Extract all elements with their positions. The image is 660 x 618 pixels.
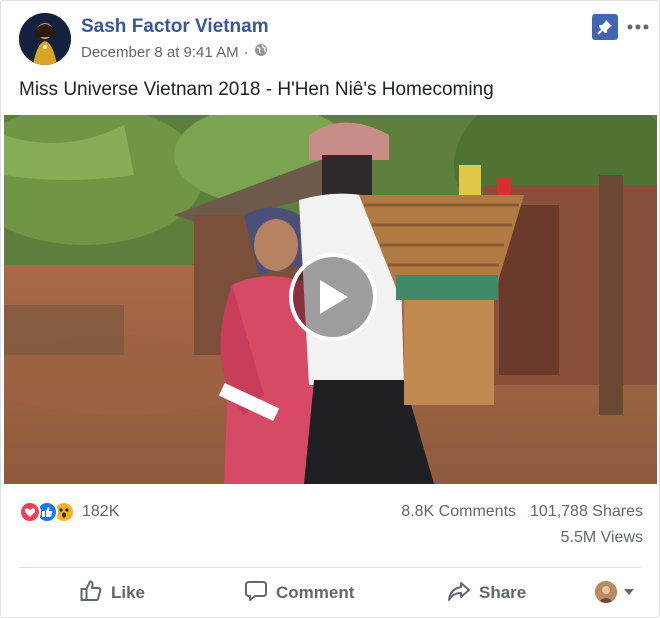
chevron-down-icon xyxy=(623,583,635,601)
reaction-count[interactable]: 182K xyxy=(82,503,119,521)
pin-icon[interactable] xyxy=(592,14,618,40)
share-label: Share xyxy=(479,583,527,602)
thumbs-up-icon xyxy=(79,579,103,608)
page-avatar[interactable] xyxy=(19,13,71,65)
meta-separator: · xyxy=(243,43,249,61)
facebook-post: Sash Factor Vietnam December 8 at 9:41 A… xyxy=(0,0,660,618)
comment-label: Comment xyxy=(276,583,355,602)
views-count: 5.5M Views xyxy=(560,529,643,546)
share-button[interactable]: Share xyxy=(447,579,526,607)
post-caption: Miss Universe Vietnam 2018 - H'Hen Niê's… xyxy=(19,79,494,100)
divider xyxy=(19,567,641,568)
comments-count-link[interactable]: 8.8K Comments xyxy=(401,503,516,521)
play-icon[interactable] xyxy=(289,253,377,341)
engagement-counts: 8.8K Comments 101,788 Shares xyxy=(401,503,643,521)
page-name-link[interactable]: Sash Factor Vietnam xyxy=(81,16,269,38)
share-arrow-icon xyxy=(447,579,471,608)
reactions-summary[interactable]: 182K xyxy=(19,501,119,523)
viewer-avatar xyxy=(595,581,617,603)
comment-icon xyxy=(244,579,268,608)
like-label: Like xyxy=(111,583,146,602)
more-options-icon[interactable] xyxy=(627,13,649,36)
post-timestamp[interactable]: December 8 at 9:41 AM xyxy=(81,44,239,61)
globe-icon[interactable] xyxy=(254,43,268,61)
shares-count-link[interactable]: 101,788 Shares xyxy=(530,503,643,521)
video-player[interactable] xyxy=(4,115,657,484)
like-button[interactable]: Like xyxy=(79,579,145,607)
post-as-selector[interactable] xyxy=(595,581,635,603)
love-reaction-icon xyxy=(19,501,41,523)
comment-button[interactable]: Comment xyxy=(244,579,354,607)
post-meta: December 8 at 9:41 AM · xyxy=(81,43,268,61)
